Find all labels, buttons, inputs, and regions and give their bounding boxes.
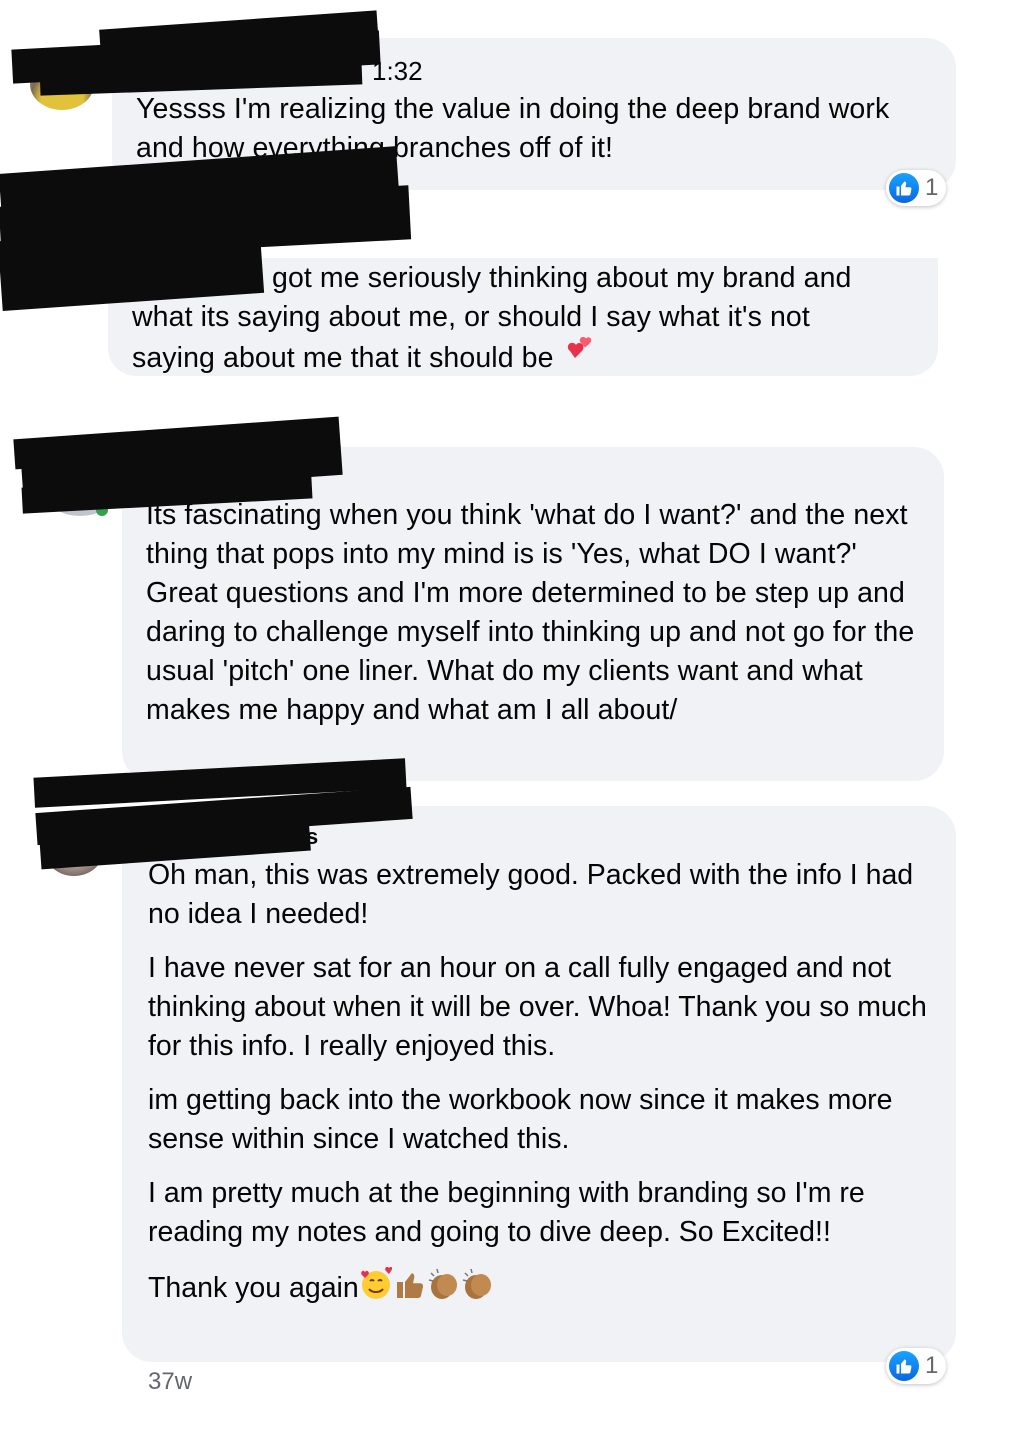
comment-bubble: Oh man, this was extremely good. Packed … [122, 806, 956, 1362]
comment-text: saying about me that it should be [132, 342, 554, 375]
comment-last-line: Thank you again [148, 1266, 934, 1312]
comment-text-line: saying about me that it should be [132, 336, 916, 382]
comment-paragraph: I am pretty much at the beginning with b… [148, 1177, 865, 1248]
like-count: 1 [925, 174, 939, 201]
reaction-summary[interactable]: 1 [886, 170, 947, 206]
comment-paragraph: im getting back into the workbook now si… [148, 1084, 893, 1155]
clapping-hands-icon [461, 1267, 495, 1312]
comment-paragraph: Thank you again [148, 1272, 359, 1305]
two-hearts-icon [562, 336, 596, 382]
thumbs-up-icon [393, 1267, 427, 1312]
like-count: 1 [925, 1352, 939, 1379]
smiling-face-with-hearts-icon [359, 1266, 393, 1312]
comment-text-line: what its saying about me, or should I sa… [132, 301, 810, 333]
comment-text: Its fascinating when you think 'what do … [146, 499, 915, 726]
like-icon [889, 1351, 919, 1381]
clapping-hands-icon [427, 1267, 461, 1312]
like-icon [889, 173, 919, 203]
comment-text-line: got me seriously thinking about my brand… [272, 262, 852, 294]
reaction-summary[interactable]: 1 [886, 1348, 947, 1384]
comment-time[interactable]: 37w [148, 1368, 192, 1396]
comment-paragraph: Oh man, this was extremely good. Packed … [148, 859, 914, 930]
comment-paragraph: I have never sat for an hour on a call f… [148, 952, 927, 1062]
